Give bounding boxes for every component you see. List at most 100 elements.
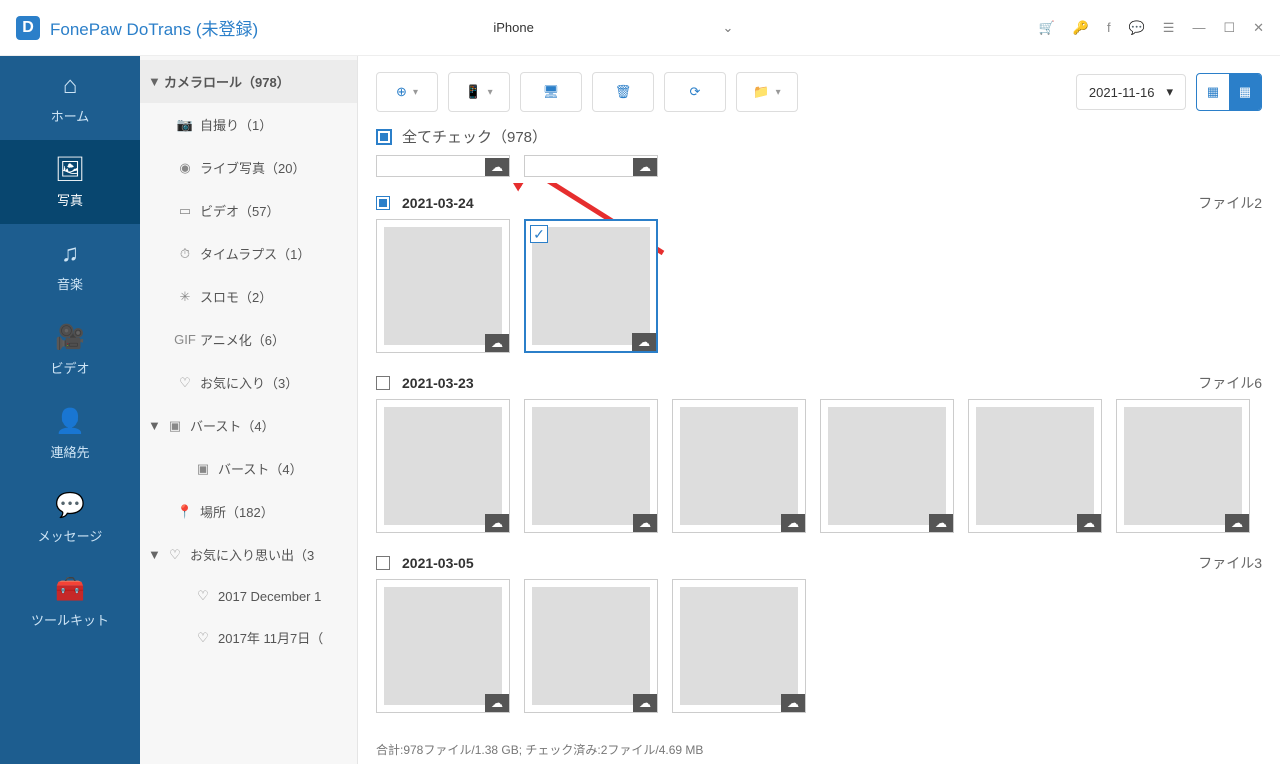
nav-contacts[interactable]: 👤連絡先 [0,392,140,476]
heart-icon: ♡ [192,588,214,604]
tree-live[interactable]: ◉ライブ写真（20） [140,146,357,189]
add-button[interactable]: ⊕▾ [376,72,438,112]
minimize-icon[interactable]: — [1192,20,1205,35]
date-group-header[interactable]: 2021-03-24ファイル2 [376,183,1262,219]
photo-thumbnail[interactable]: ☁ [376,399,510,533]
cloud-icon: ☁ [1225,514,1249,532]
video-icon: 🎥 [55,323,85,352]
device-name: iPhone [493,20,533,35]
tree-memory-item[interactable]: ♡2017 December 1 [140,576,357,616]
folder-button[interactable]: 📁▾ [736,72,798,112]
photo-thumbnail[interactable]: ☁ [820,399,954,533]
export-device-button[interactable]: 📱▾ [448,72,510,112]
cloud-icon: ☁ [633,694,657,712]
photo-thumbnail[interactable]: ☁ [376,219,510,353]
export-pc-button[interactable]: 🖥 [520,72,582,112]
contacts-icon: 👤 [55,407,85,436]
refresh-icon: ⟳ [690,84,701,100]
feedback-icon[interactable]: 💬 [1129,20,1145,36]
cloud-icon: ☁ [485,334,509,352]
key-icon[interactable]: 🔑 [1073,20,1089,36]
tree-video[interactable]: ▭ビデオ（57） [140,189,357,232]
burst-icon: ▣ [192,461,214,477]
video-small-icon: ▭ [174,203,196,219]
cloud-icon: ☁ [485,694,509,712]
burst-icon: ▣ [164,418,186,434]
export-pc-icon: 🖥 [543,84,560,100]
date-group-header[interactable]: 2021-03-05ファイル3 [376,543,1262,579]
trash-icon: 🗑 [615,84,632,100]
folder-icon: 📁 [753,84,769,100]
tree-burst-child[interactable]: ▣バースト（4） [140,447,357,490]
tree-slomo[interactable]: ✳スロモ（2） [140,275,357,318]
music-icon: ♫ [61,240,79,268]
date-group-header[interactable]: 2021-03-23ファイル6 [376,363,1262,399]
tree-camera-roll[interactable]: ▼カメラロール（978） [140,60,357,103]
home-icon: ⌂ [63,72,78,100]
album-tree: ▼カメラロール（978） 📷自撮り（1） ◉ライブ写真（20） ▭ビデオ（57）… [140,56,358,764]
nav-video[interactable]: 🎥ビデオ [0,308,140,392]
tree-burst[interactable]: ▼▣バースト（4） [140,404,357,447]
heart-icon: ♡ [192,630,214,646]
heart-icon: ♡ [164,547,186,563]
selfie-icon: 📷 [174,117,196,133]
nav-photos[interactable]: 🖼写真 [0,140,140,224]
photo-thumbnail[interactable]: ☁ [1116,399,1250,533]
collapse-icon: ▼ [148,547,162,562]
checkbox-partial-icon [376,196,390,210]
cloud-icon: ☁ [1077,514,1101,532]
tree-timelapse[interactable]: ⏱タイムラプス（1） [140,232,357,275]
photo-thumbnail[interactable]: ✓☁ [524,219,658,353]
device-selector[interactable]: iPhone ⌄ [468,13,748,43]
checkbox-partial-icon [376,129,392,145]
nav-messages[interactable]: 💬メッセージ [0,476,140,560]
photo-icon: 🖼 [55,155,85,184]
refresh-button[interactable]: ⟳ [664,72,726,112]
date-filter[interactable]: 2021-11-16▾ [1076,74,1186,110]
photo-thumbnail[interactable]: ☁ [524,579,658,713]
check-all[interactable]: 全てチェック（978） [358,122,1280,155]
nav-toolkit[interactable]: 🧰ツールキット [0,560,140,644]
photo-thumbnail[interactable]: ☁ [968,399,1102,533]
photo-thumbnail[interactable]: ☁ [376,579,510,713]
checkbox-checked-icon: ✓ [530,225,548,243]
chevron-down-icon: ▾ [1166,84,1173,100]
menu-icon[interactable]: ☰ [1163,20,1175,36]
tree-gif[interactable]: GIFアニメ化（6） [140,318,357,361]
photo-thumbnail[interactable]: ☁ [524,155,658,177]
tree-favorite[interactable]: ♡お気に入り（3） [140,361,357,404]
plus-icon: ⊕ [396,84,407,100]
tree-memories[interactable]: ▼♡お気に入り思い出（3 [140,533,357,576]
cloud-icon: ☁ [633,514,657,532]
photo-thumbnail[interactable]: ☁ [672,399,806,533]
app-title: FonePaw DoTrans (未登録) [50,15,258,40]
photo-thumbnail[interactable]: ☁ [376,155,510,177]
export-phone-icon: 📱 [465,84,481,100]
facebook-icon[interactable]: f [1107,20,1111,35]
heart-icon: ♡ [174,375,196,391]
status-bar: 合計:978ファイル/1.38 GB; チェック済み:2ファイル/4.69 MB [358,735,1280,764]
cloud-icon: ☁ [929,514,953,532]
nav-music[interactable]: ♫音楽 [0,224,140,308]
tree-places[interactable]: 📍場所（182） [140,490,357,533]
photo-thumbnail[interactable]: ☁ [672,579,806,713]
delete-button[interactable]: 🗑 [592,72,654,112]
toolkit-icon: 🧰 [55,575,85,604]
tree-selfie[interactable]: 📷自撮り（1） [140,103,357,146]
gif-icon: GIF [174,332,196,347]
grid-small-button[interactable]: ▦ [1197,74,1229,110]
photo-thumbnail[interactable]: ☁ [524,399,658,533]
nav-home[interactable]: ⌂ホーム [0,56,140,140]
sidebar-nav: ⌂ホーム 🖼写真 ♫音楽 🎥ビデオ 👤連絡先 💬メッセージ 🧰ツールキット [0,56,140,764]
timelapse-icon: ⏱ [174,246,196,262]
close-icon[interactable]: ✕ [1253,20,1264,36]
maximize-icon[interactable]: ☐ [1223,20,1235,36]
tree-memory-item[interactable]: ♡2017年 11月7日（ [140,616,357,659]
collapse-icon: ▼ [148,74,162,89]
toolbar: ⊕▾ 📱▾ 🖥 🗑 ⟳ 📁▾ 2021-11-16▾ ▦ ▦ [358,56,1280,122]
chevron-down-icon: ▾ [488,87,493,98]
grid-large-button[interactable]: ▦ [1229,74,1261,110]
cart-icon[interactable]: 🛒 [1039,20,1055,36]
collapse-icon: ▼ [148,418,162,433]
chevron-down-icon: ⌄ [722,20,733,36]
